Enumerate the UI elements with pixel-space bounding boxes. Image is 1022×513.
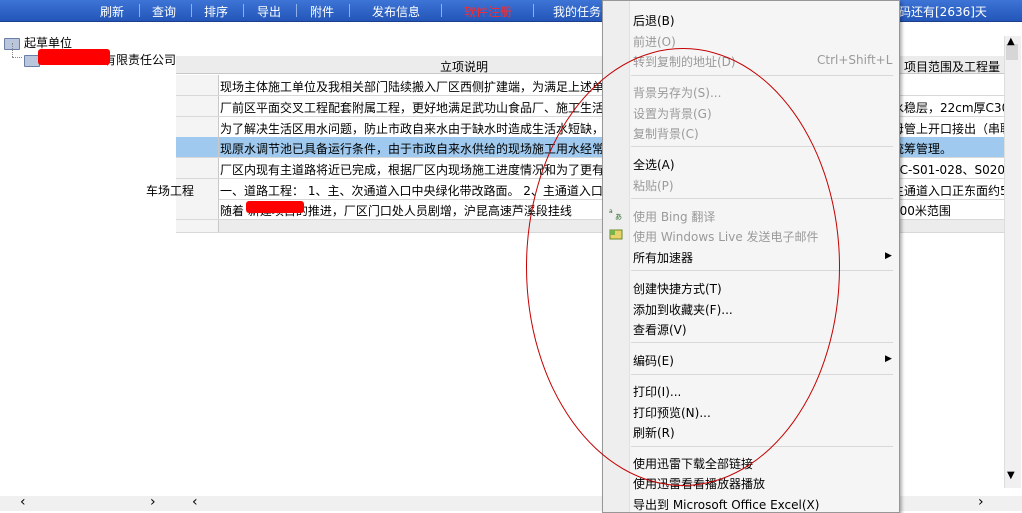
tree-connector [12,57,22,58]
vertical-scrollbar[interactable] [1004,36,1021,488]
attachment-button[interactable]: 附件 [310,3,334,20]
menu-item-back[interactable]: 后退(B) [633,12,675,29]
menu-item-forward: 前进(O) [633,35,676,49]
export-button[interactable]: 导出 [257,3,281,20]
query-button[interactable]: 查询 [152,3,176,20]
toolbar-separator [441,4,442,17]
my-tasks-button[interactable]: 我的任务( [553,3,606,20]
refresh-button[interactable]: 刷新 [100,3,124,20]
row-scope: 1C-S01-028、S0206 及 [892,163,1006,177]
redaction-mark [246,201,304,213]
software-register-button[interactable]: 软件注册 [464,3,512,20]
row-scope: 主通道入口正东面约5 [892,184,1006,198]
scroll-right-icon[interactable]: › [150,494,156,510]
unit-tree-panel [0,22,177,511]
toolbar-separator [243,4,244,17]
sort-button[interactable]: 排序 [204,3,228,20]
toolbar-separator [191,4,192,17]
scroll-left-icon[interactable]: ‹ [20,494,26,510]
menu-item-export-excel[interactable]: 导出到 Microsoft Office Excel(X) [633,496,819,513]
submenu-arrow-icon: ▶ [885,251,892,261]
row-scope: 统筹管理。 [892,142,953,156]
scroll-left-icon[interactable]: ‹ [192,494,198,510]
scroll-right-icon[interactable]: › [978,494,984,510]
row-description: 现场主体施工单位及我相关部门陆续搬入厂区西侧扩建端，为满足上述单位（ [220,80,629,94]
redaction-mark [38,49,110,65]
row-project-name: 车场工程 [146,184,195,198]
tree-root-label: 起草单位 [24,36,73,50]
scroll-down-icon[interactable]: ▼ [1007,470,1015,481]
column-header-scope[interactable]: 项目范围及工程量 [904,58,1000,75]
annotation-oval [526,48,840,486]
row-scope: 水稳层，22cm厚C30砼 [892,101,1006,115]
toolbar-separator [533,4,534,17]
row-scope: 500米范围 [892,204,951,218]
row-scope: 母管上开口接出（串联 [892,122,1006,136]
tree-connector [12,43,14,57]
toolbar-separator [139,4,140,17]
column-header-description[interactable]: 立项说明 [440,58,488,75]
submenu-arrow-icon: ▶ [885,354,892,364]
tree-child-label: 有限责任公司 [104,53,177,67]
license-remaining-notice: 码还有[2636]天 [899,5,987,19]
scroll-up-icon[interactable]: ▲ [1007,36,1015,47]
toolbar-separator [349,4,350,17]
toolbar-separator [296,4,297,17]
publish-info-button[interactable]: 发布信息 [372,3,420,20]
menu-shortcut: Ctrl+Shift+L [817,53,893,67]
